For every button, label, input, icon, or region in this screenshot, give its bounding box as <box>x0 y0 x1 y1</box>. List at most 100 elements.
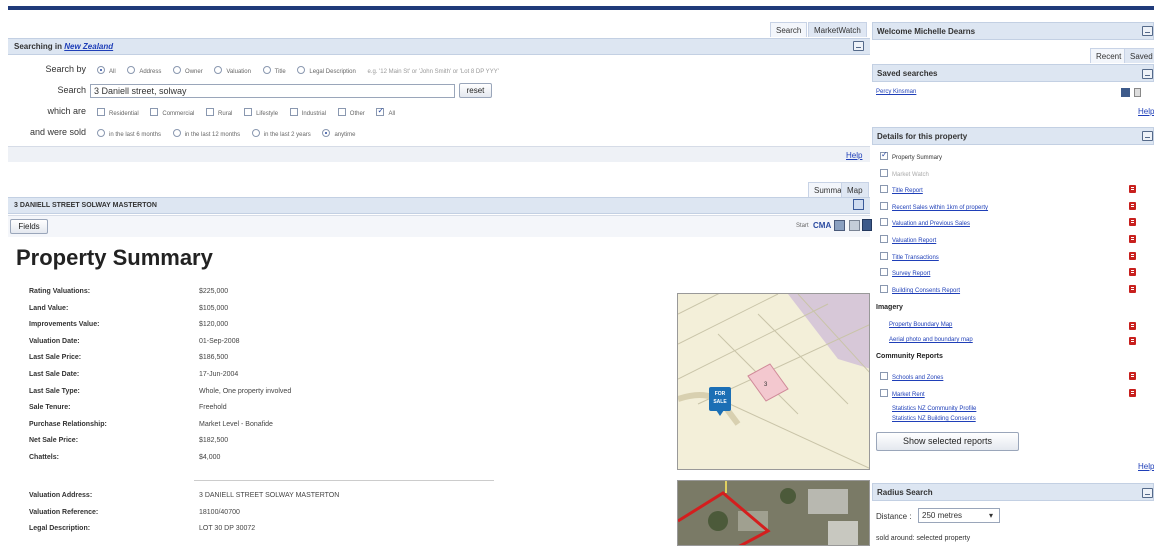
report-checkbox[interactable] <box>880 201 888 210</box>
minimize-icon[interactable] <box>853 41 864 51</box>
imagery-boundary-map[interactable]: Property Boundary Map <box>889 322 952 328</box>
field-label: Valuation Address: <box>29 492 93 499</box>
report-checkbox[interactable] <box>880 218 888 227</box>
report-label[interactable]: Valuation and Previous Sales <box>892 221 970 227</box>
report-checkbox[interactable] <box>880 235 888 243</box>
field-label: Rating Valuations: <box>29 288 91 295</box>
checkbox-commercial[interactable]: Commercial <box>150 108 194 117</box>
radio-anytime[interactable]: anytime <box>322 129 355 138</box>
report-item[interactable]: Building Consents Report <box>880 284 960 294</box>
radio-all[interactable]: All <box>97 66 116 75</box>
checkbox-residential[interactable]: Residential <box>97 108 139 117</box>
report-label[interactable]: Building Consents Report <box>892 288 960 294</box>
start-label: Start <box>796 223 809 229</box>
save-icon[interactable] <box>862 219 872 231</box>
property-map[interactable]: 3 FOR SALE <box>677 293 870 470</box>
radio-address[interactable]: Address <box>127 66 161 75</box>
report-label[interactable]: Title Report <box>892 188 923 194</box>
print-icon[interactable] <box>853 199 864 210</box>
report-checkbox[interactable] <box>880 168 888 177</box>
cma-button[interactable]: CMA <box>813 221 831 230</box>
pdf-icon[interactable] <box>1128 267 1138 277</box>
image-icon[interactable] <box>834 220 845 231</box>
pdf-icon[interactable] <box>1128 388 1138 398</box>
tab-map[interactable]: Map <box>841 182 869 197</box>
radio-12-months[interactable]: in the last 12 months <box>172 129 240 138</box>
tools-icon[interactable] <box>849 220 860 231</box>
community-schools[interactable]: Schools and Zones <box>880 372 943 381</box>
report-checkbox[interactable] <box>880 185 888 194</box>
saved-help-link[interactable]: Help <box>1138 107 1154 116</box>
distance-select[interactable]: 250 metres ▾ <box>918 508 1000 523</box>
pdf-icon[interactable] <box>1128 321 1138 331</box>
community-market-rent[interactable]: Market Rent <box>880 389 925 398</box>
report-checkbox[interactable] <box>880 150 888 160</box>
saved-minimize-icon[interactable] <box>1142 69 1153 79</box>
field-value: 18100/40700 <box>199 508 240 516</box>
search-help-link[interactable]: Help <box>846 151 862 160</box>
radio-title[interactable]: Title <box>262 66 286 75</box>
details-help-link[interactable]: Help <box>1138 462 1154 471</box>
report-item[interactable]: Property Summary <box>880 150 942 161</box>
report-item[interactable]: Survey Report <box>880 268 930 277</box>
tab-search[interactable]: Search <box>770 22 808 37</box>
field-value: 3 DANIELL STREET SOLWAY MASTERTON <box>199 492 340 499</box>
welcome-minimize-icon[interactable] <box>1142 26 1153 36</box>
radio-owner[interactable]: Owner <box>173 66 203 75</box>
fields-button[interactable]: Fields <box>10 219 48 234</box>
stats-community-profile[interactable]: Statistics NZ Community Profile <box>892 406 976 412</box>
radius-minimize-icon[interactable] <box>1142 488 1153 498</box>
pdf-icon[interactable] <box>1128 201 1138 211</box>
save-search-icon[interactable] <box>1121 88 1130 97</box>
report-checkbox[interactable] <box>880 268 888 277</box>
checkbox-other[interactable]: Other <box>337 108 365 117</box>
aerial-photo[interactable] <box>677 480 870 546</box>
field-label: Purchase Relationship: <box>29 420 107 428</box>
show-reports-button[interactable]: Show selected reports <box>876 432 1019 451</box>
tab-saved[interactable]: Saved <box>1124 48 1154 63</box>
report-label[interactable]: Valuation Report <box>892 238 936 244</box>
search-input[interactable]: 3 Daniell street, solway <box>90 84 455 98</box>
report-item[interactable]: Valuation and Previous Sales <box>880 218 970 227</box>
property-header: 3 DANIELL STREET SOLWAY MASTERTON <box>8 197 870 214</box>
pdf-icon[interactable] <box>1128 371 1138 381</box>
pdf-icon[interactable] <box>1128 336 1138 346</box>
stats-building-consents[interactable]: Statistics NZ Building Consents <box>892 416 976 422</box>
pdf-icon[interactable] <box>1128 217 1138 227</box>
report-item[interactable]: Title Report <box>880 185 923 194</box>
tab-recent[interactable]: Recent <box>1090 48 1128 63</box>
radio-valuation[interactable]: Valuation <box>214 66 251 75</box>
search-footer-bar <box>8 146 870 162</box>
pdf-icon[interactable] <box>1128 234 1138 244</box>
report-label[interactable]: Recent Sales within 1km of property <box>892 205 988 211</box>
checkbox-rural[interactable]: Rural <box>206 108 232 117</box>
pdf-icon[interactable] <box>1128 284 1138 294</box>
saved-search-item[interactable]: Percy Kinsman <box>876 89 916 95</box>
report-item[interactable]: Recent Sales within 1km of property <box>880 201 988 211</box>
imagery-aerial-photo[interactable]: Aerial photo and boundary map <box>889 337 973 343</box>
radio-6-months[interactable]: in the last 6 months <box>97 129 161 138</box>
tab-marketwatch[interactable]: MarketWatch <box>808 22 867 37</box>
radio-2-years[interactable]: in the last 2 years <box>251 129 311 138</box>
details-minimize-icon[interactable] <box>1142 131 1153 141</box>
report-item[interactable]: Valuation Report <box>880 235 936 244</box>
checkbox-lifestyle[interactable]: Lifestyle <box>244 108 278 117</box>
checkbox-all[interactable]: All <box>376 106 395 117</box>
report-label[interactable]: Title Transactions <box>892 255 939 261</box>
field-value: $182,500 <box>199 437 229 445</box>
pdf-icon[interactable] <box>1128 251 1138 261</box>
reset-button[interactable]: reset <box>459 83 492 98</box>
report-checkbox[interactable] <box>880 284 888 293</box>
field-label: Chattels: <box>29 454 59 461</box>
region-link[interactable]: New Zealand <box>64 42 113 51</box>
field-value: $4,000 <box>199 454 221 461</box>
report-label[interactable]: Survey Report <box>892 271 930 277</box>
radio-legal-description[interactable]: Legal Description <box>297 66 356 75</box>
delete-icon[interactable] <box>1134 88 1141 97</box>
report-item[interactable]: Title Transactions <box>880 251 939 261</box>
saved-searches-header: Saved searches <box>872 64 1154 82</box>
checkbox-industrial[interactable]: Industrial <box>289 108 326 117</box>
report-checkbox[interactable] <box>880 251 888 260</box>
pdf-icon[interactable] <box>1128 184 1138 194</box>
report-item[interactable]: Market Watch <box>880 168 929 178</box>
